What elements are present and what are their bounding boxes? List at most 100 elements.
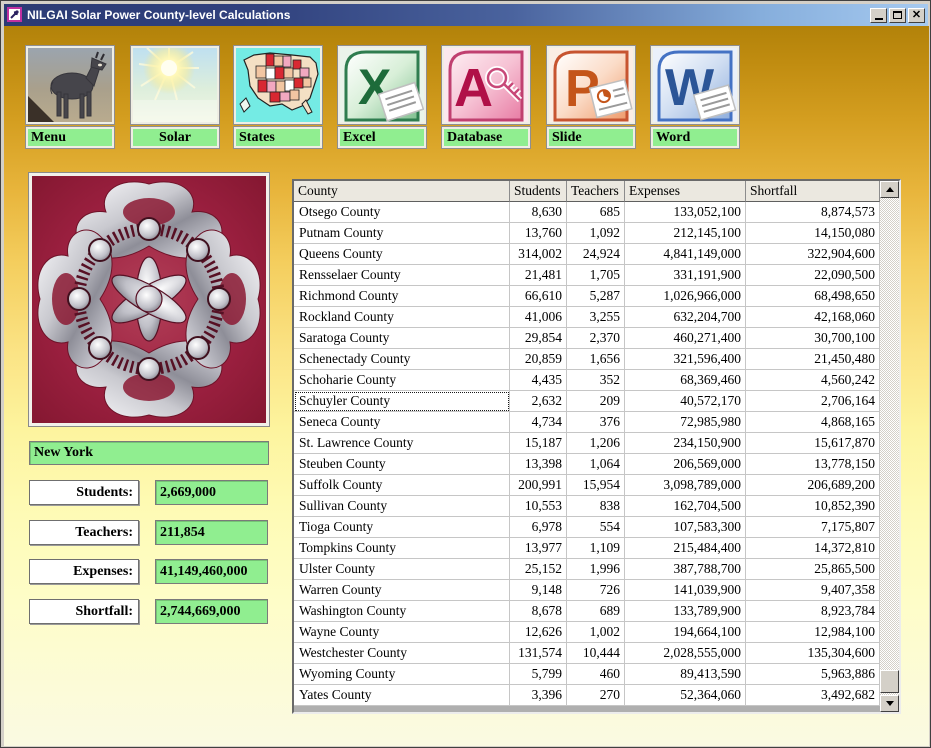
table-cell[interactable]: 2,370 xyxy=(567,328,625,349)
table-cell[interactable]: 7,175,807 xyxy=(746,517,880,538)
table-row[interactable]: Ulster County25,1521,996387,788,70025,86… xyxy=(294,559,880,580)
table-cell[interactable]: 25,152 xyxy=(510,559,567,580)
table-row[interactable]: Washington County8,678689133,789,9008,92… xyxy=(294,601,880,622)
table-cell[interactable]: 460,271,400 xyxy=(625,328,746,349)
table-row[interactable]: Queens County314,00224,9244,841,149,0003… xyxy=(294,244,880,265)
table-row[interactable]: Saratoga County29,8542,370460,271,40030,… xyxy=(294,328,880,349)
table-cell[interactable]: 8,923,784 xyxy=(746,601,880,622)
states-button[interactable]: States xyxy=(234,46,322,148)
county-cell[interactable]: Wyoming County xyxy=(294,664,510,685)
table-cell[interactable]: 133,789,900 xyxy=(625,601,746,622)
table-cell[interactable]: 460 xyxy=(567,664,625,685)
teachers-value[interactable]: 211,854 xyxy=(155,520,268,545)
table-cell[interactable]: 12,626 xyxy=(510,622,567,643)
table-cell[interactable]: 4,435 xyxy=(510,370,567,391)
county-cell[interactable]: St. Lawrence County xyxy=(294,433,510,454)
table-cell[interactable]: 9,407,358 xyxy=(746,580,880,601)
table-cell[interactable]: 89,413,590 xyxy=(625,664,746,685)
county-cell[interactable]: Schuyler County xyxy=(294,391,510,412)
county-cell[interactable]: Warren County xyxy=(294,580,510,601)
table-row[interactable]: Tompkins County13,9771,109215,484,40014,… xyxy=(294,538,880,559)
table-cell[interactable]: 1,092 xyxy=(567,223,625,244)
table-cell[interactable]: 15,617,870 xyxy=(746,433,880,454)
table-cell[interactable]: 234,150,900 xyxy=(625,433,746,454)
table-cell[interactable]: 1,705 xyxy=(567,265,625,286)
table-cell[interactable]: 8,874,573 xyxy=(746,202,880,223)
table-cell[interactable]: 3,492,682 xyxy=(746,685,880,706)
county-cell[interactable]: Westchester County xyxy=(294,643,510,664)
table-cell[interactable]: 14,150,080 xyxy=(746,223,880,244)
table-row[interactable]: Westchester County131,57410,4442,028,555… xyxy=(294,643,880,664)
table-row[interactable]: Putnam County13,7601,092212,145,10014,15… xyxy=(294,223,880,244)
table-cell[interactable]: 1,996 xyxy=(567,559,625,580)
table-cell[interactable]: 9,148 xyxy=(510,580,567,601)
table-cell[interactable]: 13,977 xyxy=(510,538,567,559)
table-cell[interactable]: 20,859 xyxy=(510,349,567,370)
table-cell[interactable]: 12,984,100 xyxy=(746,622,880,643)
county-cell[interactable]: Yates County xyxy=(294,685,510,706)
table-cell[interactable]: 10,852,390 xyxy=(746,496,880,517)
table-cell[interactable]: 4,868,165 xyxy=(746,412,880,433)
table-cell[interactable]: 2,706,164 xyxy=(746,391,880,412)
table-row[interactable]: Schenectady County20,8591,656321,596,400… xyxy=(294,349,880,370)
solar-button[interactable]: Solar xyxy=(131,46,219,148)
table-cell[interactable]: 1,206 xyxy=(567,433,625,454)
table-cell[interactable]: 30,700,100 xyxy=(746,328,880,349)
table-cell[interactable]: 13,778,150 xyxy=(746,454,880,475)
county-cell[interactable]: Rensselaer County xyxy=(294,265,510,286)
county-cell[interactable]: Suffolk County xyxy=(294,475,510,496)
table-cell[interactable]: 376 xyxy=(567,412,625,433)
table-cell[interactable]: 554 xyxy=(567,517,625,538)
table-cell[interactable]: 689 xyxy=(567,601,625,622)
table-cell[interactable]: 41,006 xyxy=(510,307,567,328)
table-cell[interactable]: 314,002 xyxy=(510,244,567,265)
county-cell[interactable]: Schenectady County xyxy=(294,349,510,370)
table-cell[interactable]: 22,090,500 xyxy=(746,265,880,286)
table-row[interactable]: Suffolk County200,99115,9543,098,789,000… xyxy=(294,475,880,496)
word-button[interactable]: W Word xyxy=(651,46,739,148)
county-cell[interactable]: Washington County xyxy=(294,601,510,622)
table-cell[interactable]: 13,760 xyxy=(510,223,567,244)
table-cell[interactable]: 24,924 xyxy=(567,244,625,265)
table-cell[interactable]: 42,168,060 xyxy=(746,307,880,328)
title-bar[interactable]: NILGAI Solar Power County-level Calculat… xyxy=(4,4,928,26)
table-cell[interactable]: 206,689,200 xyxy=(746,475,880,496)
table-cell[interactable]: 200,991 xyxy=(510,475,567,496)
table-cell[interactable]: 194,664,100 xyxy=(625,622,746,643)
table-cell[interactable]: 66,610 xyxy=(510,286,567,307)
table-row[interactable]: Richmond County66,6105,2871,026,966,0006… xyxy=(294,286,880,307)
county-cell[interactable]: Seneca County xyxy=(294,412,510,433)
scroll-down-button[interactable] xyxy=(880,695,899,712)
table-cell[interactable]: 2,632 xyxy=(510,391,567,412)
table-cell[interactable]: 2,028,555,000 xyxy=(625,643,746,664)
county-cell[interactable]: Otsego County xyxy=(294,202,510,223)
table-cell[interactable]: 3,255 xyxy=(567,307,625,328)
table-cell[interactable]: 1,026,966,000 xyxy=(625,286,746,307)
table-cell[interactable]: 162,704,500 xyxy=(625,496,746,517)
table-cell[interactable]: 15,187 xyxy=(510,433,567,454)
table-cell[interactable]: 5,963,886 xyxy=(746,664,880,685)
table-cell[interactable]: 1,109 xyxy=(567,538,625,559)
table-row[interactable]: Warren County9,148726141,039,9009,407,35… xyxy=(294,580,880,601)
close-button[interactable]: ✕ xyxy=(908,8,925,23)
table-cell[interactable]: 3,098,789,000 xyxy=(625,475,746,496)
table-cell[interactable]: 632,204,700 xyxy=(625,307,746,328)
table-row[interactable]: Rockland County41,0063,255632,204,70042,… xyxy=(294,307,880,328)
table-cell[interactable]: 387,788,700 xyxy=(625,559,746,580)
table-cell[interactable]: 21,481 xyxy=(510,265,567,286)
table-cell[interactable]: 3,396 xyxy=(510,685,567,706)
maximize-button[interactable] xyxy=(889,8,906,23)
table-cell[interactable]: 4,560,242 xyxy=(746,370,880,391)
minimize-button[interactable] xyxy=(870,8,887,23)
table-cell[interactable]: 68,369,460 xyxy=(625,370,746,391)
table-cell[interactable]: 4,734 xyxy=(510,412,567,433)
table-row[interactable]: Schoharie County4,43535268,369,4604,560,… xyxy=(294,370,880,391)
scroll-up-button[interactable] xyxy=(880,181,899,198)
county-cell[interactable]: Schoharie County xyxy=(294,370,510,391)
table-cell[interactable]: 1,656 xyxy=(567,349,625,370)
expenses-value[interactable]: 41,149,460,000 xyxy=(155,559,268,584)
table-cell[interactable]: 135,304,600 xyxy=(746,643,880,664)
county-cell[interactable]: Sullivan County xyxy=(294,496,510,517)
table-row[interactable]: Otsego County8,630685133,052,1008,874,57… xyxy=(294,202,880,223)
county-cell[interactable]: Saratoga County xyxy=(294,328,510,349)
